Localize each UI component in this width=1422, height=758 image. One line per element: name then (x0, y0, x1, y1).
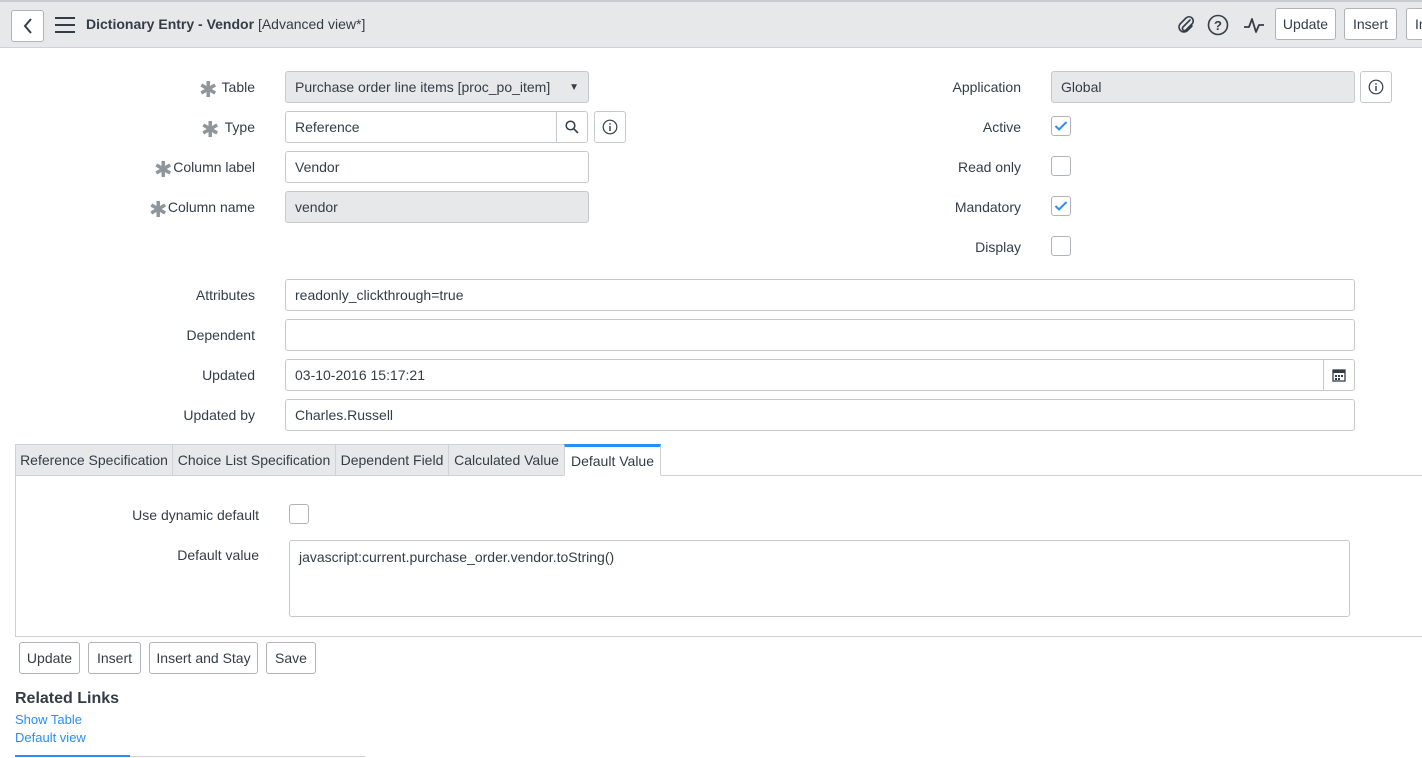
active-label: Active (982, 119, 1021, 135)
calendar-button[interactable] (1323, 359, 1355, 391)
save-button[interactable]: Save (266, 642, 316, 674)
display-checkbox[interactable] (1051, 236, 1071, 256)
active-checkbox[interactable] (1051, 116, 1071, 136)
type-info-button[interactable] (594, 111, 626, 143)
dropdown-arrow-icon: ▼ (569, 81, 579, 93)
related-links-title: Related Links (15, 690, 120, 707)
application-input[interactable]: Global (1051, 71, 1355, 103)
attributes-label: Attributes (195, 287, 255, 303)
column-label-label: Column label (173, 159, 255, 175)
svg-text:?: ? (1214, 18, 1222, 33)
application-info-button[interactable] (1360, 71, 1392, 103)
attributes-input[interactable]: readonly_clickthrough=true (285, 279, 1355, 311)
back-icon (23, 18, 32, 34)
use-dynamic-default-checkbox[interactable] (289, 504, 309, 524)
updated-by-label: Updated by (183, 407, 255, 423)
activity-icon[interactable] (1243, 14, 1265, 36)
update-button[interactable]: Update (19, 642, 80, 674)
type-label: Type (224, 119, 255, 135)
application-label: Application (952, 79, 1022, 95)
default-value-label: Default value (177, 547, 259, 563)
tab-choice-list-specification[interactable]: Choice List Specification (172, 444, 336, 476)
read-only-label: Read only (957, 159, 1021, 175)
default-view-link[interactable]: Default view (15, 730, 86, 745)
table-label: Table (221, 79, 255, 95)
header-update-button[interactable]: Update (1275, 8, 1336, 40)
page-title: Dictionary Entry - Vendor [Advanced view… (86, 16, 365, 32)
type-lookup-button[interactable] (556, 111, 588, 143)
tab-default-value[interactable]: Default Value (564, 444, 661, 476)
dependent-label: Dependent (186, 327, 255, 343)
column-name-input[interactable]: vendor (285, 191, 589, 223)
form-header: Dictionary Entry - Vendor [Advanced view… (0, 0, 1422, 48)
updated-input[interactable]: 03-10-2016 15:17:21 (285, 359, 1324, 391)
read-only-checkbox[interactable] (1051, 156, 1071, 176)
info-icon (1368, 79, 1384, 95)
menu-icon[interactable] (55, 17, 75, 33)
column-label-input[interactable]: Vendor (285, 151, 589, 183)
updated-by-input[interactable]: Charles.Russell (285, 399, 1355, 431)
mandatory-label: Mandatory (954, 199, 1021, 215)
header-insert-button[interactable]: Insert (1344, 8, 1397, 40)
insert-button[interactable]: Insert (88, 642, 141, 674)
dependent-input[interactable] (285, 319, 1355, 351)
show-table-link[interactable]: Show Table (15, 712, 82, 727)
header-insert-and-stay-button[interactable]: In (1406, 8, 1422, 40)
attachment-icon[interactable] (1175, 14, 1197, 36)
page-title-view: [Advanced view*] (257, 16, 366, 32)
default-value-textarea[interactable]: javascript:current.purchase_order.vendor… (289, 540, 1350, 617)
info-icon (602, 119, 618, 135)
back-button[interactable] (11, 10, 44, 42)
search-icon (565, 120, 579, 134)
checkmark-icon (1054, 201, 1068, 211)
page-title-main: Dictionary Entry - Vendor (86, 16, 255, 32)
display-label: Display (975, 239, 1021, 255)
updated-label: Updated (202, 367, 255, 383)
checkmark-icon (1054, 121, 1068, 131)
calendar-icon (1332, 369, 1346, 382)
table-select-value: Purchase order line items [proc_po_item] (295, 79, 551, 95)
column-name-label: Column name (167, 199, 255, 215)
insert-and-stay-button[interactable]: Insert and Stay (149, 642, 258, 674)
tab-calculated-value[interactable]: Calculated Value (448, 444, 565, 476)
table-select[interactable]: Purchase order line items [proc_po_item]… (285, 71, 589, 103)
tab-reference-specification[interactable]: Reference Specification (15, 444, 173, 476)
related-list-active-tab-indicator (15, 755, 130, 757)
use-dynamic-default-label: Use dynamic default (132, 507, 259, 523)
tab-dependent-field[interactable]: Dependent Field (335, 444, 449, 476)
mandatory-checkbox[interactable] (1051, 196, 1071, 216)
type-input[interactable]: Reference (285, 111, 557, 143)
help-icon[interactable]: ? (1207, 14, 1229, 36)
